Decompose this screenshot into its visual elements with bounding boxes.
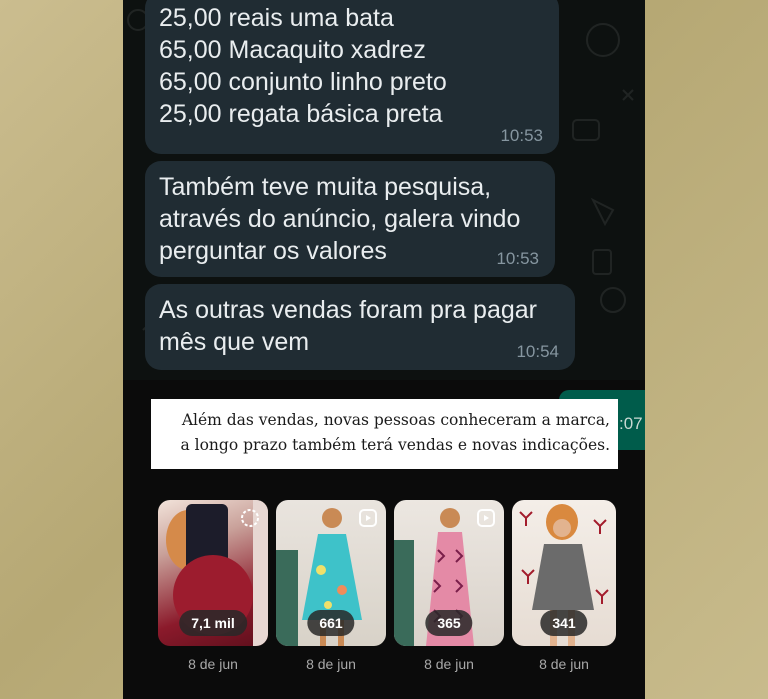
chat-area: 25,00 reais uma bata 65,00 Macaquito xad… <box>123 0 645 380</box>
reels-icon <box>359 509 377 527</box>
reel-date: 8 de jun <box>424 656 474 672</box>
message-line: 25,00 reais uma bata <box>159 4 394 32</box>
caption-line-2: a longo prazo também terá vendas e novas… <box>180 436 610 454</box>
message-line: mês que vem <box>159 328 310 356</box>
message-line: As outras vendas foram pra pagar <box>159 296 537 324</box>
loading-icon <box>241 509 259 527</box>
reel-date: 8 de jun <box>539 656 589 672</box>
message-line: perguntar os valores <box>159 237 387 265</box>
reel-views-badge: 661 <box>307 610 355 636</box>
reel-views-badge: 7,1 mil <box>179 610 247 636</box>
reels-icon <box>477 509 495 527</box>
reel-views-badge: 341 <box>540 610 588 636</box>
reels-grid: 7,1 mil 8 de jun 661 8 de jun 365 8 de j… <box>158 500 628 680</box>
caption-overlay: Além das vendas, novas pessoas conhecera… <box>151 399 618 469</box>
message-time: 10:53 <box>496 249 539 268</box>
incoming-message-2[interactable]: Também teve muita pesquisa, através do a… <box>145 161 555 277</box>
outgoing-message-time: :07 <box>619 414 643 433</box>
reel-date: 8 de jun <box>188 656 238 672</box>
reel-thumbnail-3[interactable]: 365 <box>394 500 504 646</box>
message-time: 10:53 <box>500 126 543 145</box>
reel-thumbnail-2[interactable]: 661 <box>276 500 386 646</box>
message-line: 25,00 regata básica preta <box>159 100 443 128</box>
reel-views-badge: 365 <box>425 610 473 636</box>
reel-thumbnail-4[interactable]: 341 <box>512 500 616 646</box>
reel-date: 8 de jun <box>306 656 356 672</box>
incoming-message-1[interactable]: 25,00 reais uma bata 65,00 Macaquito xad… <box>145 0 559 154</box>
message-time: 10:54 <box>516 342 559 361</box>
reel-thumbnail-1[interactable]: 7,1 mil <box>158 500 268 646</box>
message-line: 65,00 conjunto linho preto <box>159 68 447 96</box>
message-line: através do anúncio, galera vindo <box>159 205 521 233</box>
caption-line-1: Além das vendas, novas pessoas conhecera… <box>181 411 610 429</box>
message-line: 65,00 Macaquito xadrez <box>159 36 426 64</box>
incoming-message-3[interactable]: As outras vendas foram pra pagar mês que… <box>145 284 575 370</box>
message-line: Também teve muita pesquisa, <box>159 173 492 201</box>
